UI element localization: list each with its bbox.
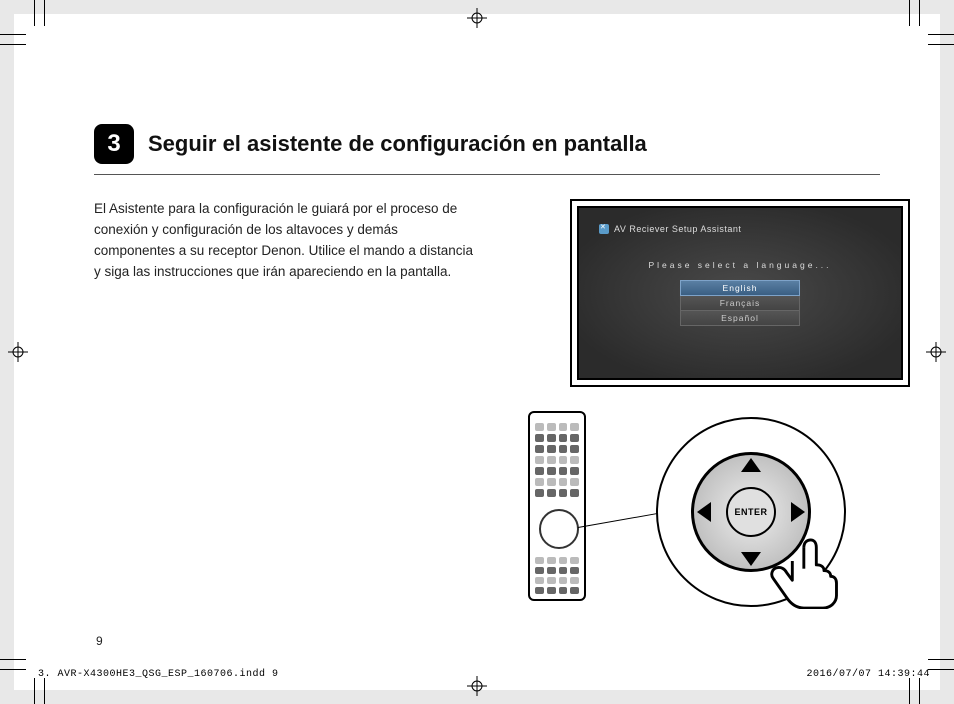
footer-left: 3. AVR-X4300HE3_QSG_ESP_160706.indd 9: [38, 669, 279, 680]
crop-mark: [34, 0, 35, 26]
crop-mark: [44, 0, 45, 26]
page-number: 9: [96, 634, 103, 648]
arrow-up-icon: [741, 458, 761, 472]
language-option-english: English: [680, 280, 800, 296]
language-option-francais: Français: [680, 296, 800, 311]
crop-mark: [928, 34, 954, 35]
crop-mark: [0, 44, 26, 45]
crop-mark: [44, 678, 45, 704]
crop-mark: [928, 669, 954, 670]
crop-mark: [909, 0, 910, 26]
crop-mark: [34, 678, 35, 704]
heading-row: 3 Seguir el asistente de configuración e…: [94, 124, 880, 164]
registration-mark-icon: [467, 676, 487, 696]
crop-mark: [0, 659, 26, 660]
dpad-callout-bubble: ENTER: [656, 417, 846, 607]
arrow-left-icon: [697, 502, 711, 522]
registration-mark-icon: [926, 342, 946, 362]
crop-mark: [928, 659, 954, 660]
language-option-espanol: Español: [680, 311, 800, 326]
pointing-hand-icon: [752, 513, 848, 609]
crop-mark: [919, 0, 920, 26]
crop-mark: [0, 669, 26, 670]
crop-mark: [919, 678, 920, 704]
registration-mark-icon: [8, 342, 28, 362]
crop-mark: [0, 34, 26, 35]
manual-page: 3 Seguir el asistente de configuración e…: [14, 14, 940, 690]
remote-control-icon: [528, 411, 586, 601]
tv-language-prompt: Please select a language...: [599, 260, 881, 270]
crop-mark: [928, 44, 954, 45]
footer-right: 2016/07/07 14:39:44: [806, 669, 930, 680]
body-paragraph: El Asistente para la configuración le gu…: [94, 199, 474, 283]
heading-rule: [94, 174, 880, 175]
tv-illustration: AV Reciever Setup Assistant Please selec…: [570, 199, 910, 387]
tv-setup-title: AV Reciever Setup Assistant: [614, 224, 741, 234]
callout-line: [578, 512, 663, 528]
content-area: 3 Seguir el asistente de configuración e…: [94, 124, 880, 630]
language-list: English Français Español: [680, 280, 800, 326]
step-number-badge: 3: [94, 124, 134, 164]
tv-screen: AV Reciever Setup Assistant Please selec…: [579, 208, 901, 378]
wrench-icon: [599, 224, 609, 234]
crop-mark: [909, 678, 910, 704]
registration-mark-icon: [467, 8, 487, 28]
page-title: Seguir el asistente de configuración en …: [148, 131, 647, 157]
remote-illustration: ENTER: [510, 411, 910, 611]
